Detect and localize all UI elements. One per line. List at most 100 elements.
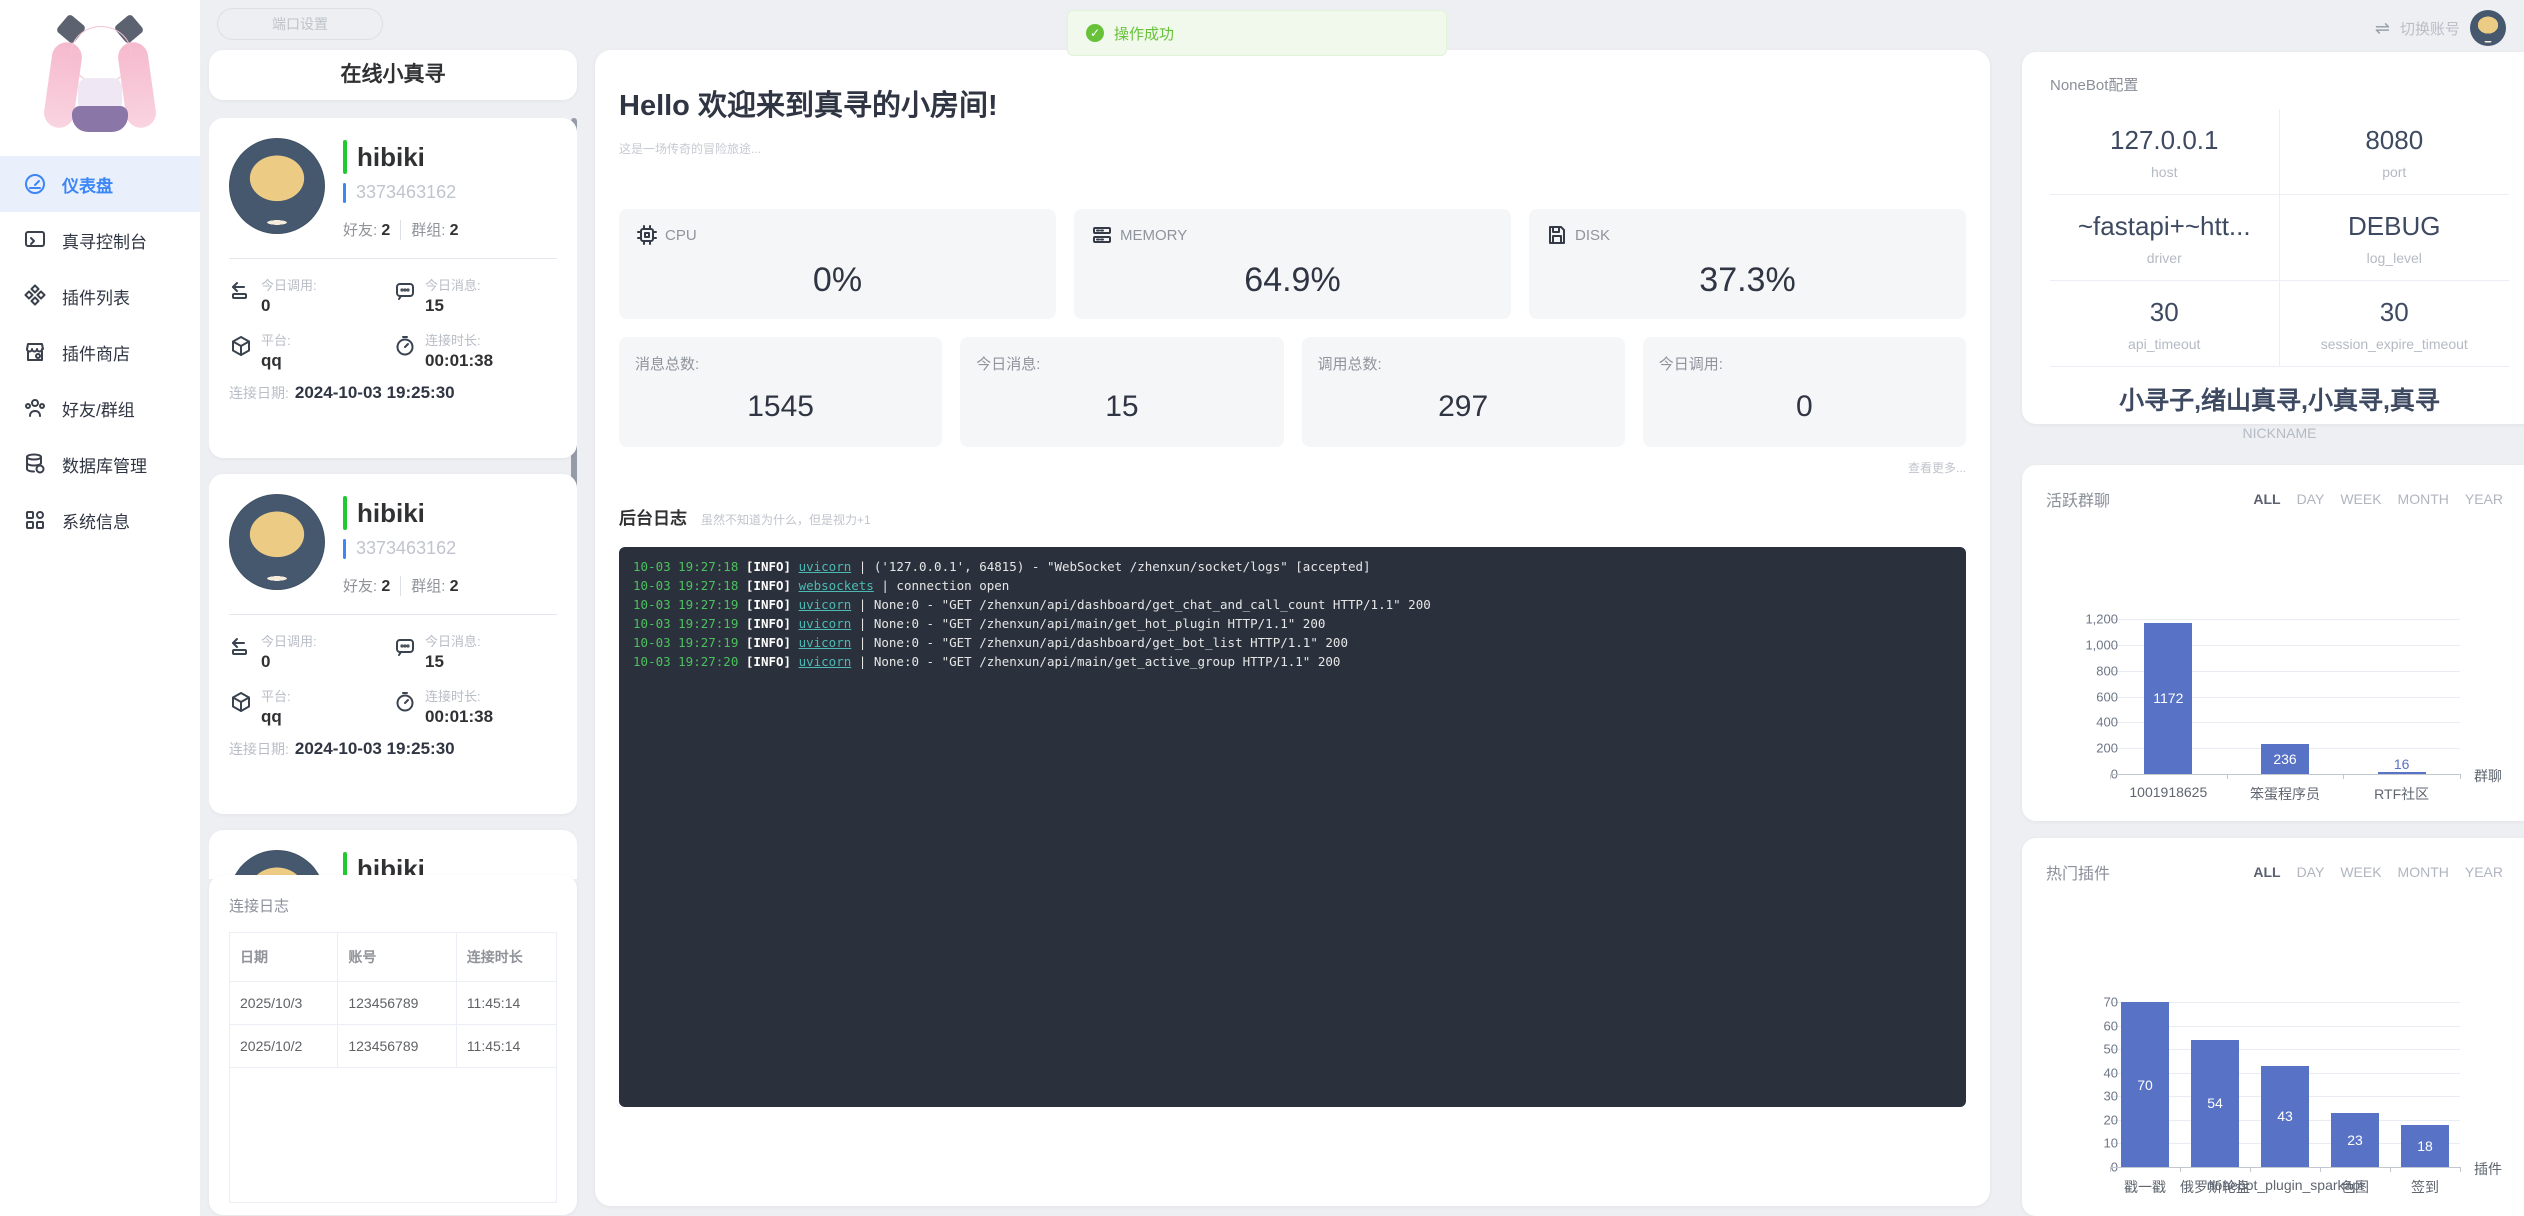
sidebar-item-3[interactable]: 插件商店	[0, 324, 200, 380]
sidebar-item-1[interactable]: 真寻控制台	[0, 212, 200, 268]
dashboard-icon	[22, 171, 48, 197]
y-tick-label: 60	[2064, 1018, 2118, 1033]
count-stat-card-2: 调用总数: 297	[1302, 337, 1625, 447]
sidebar-item-0[interactable]: 仪表盘	[0, 156, 200, 212]
connect-date: 连接日期:2024-10-03 19:25:30	[229, 739, 557, 759]
tab-week[interactable]: WEEK	[2340, 864, 2381, 880]
today-calls-stat: 今日调用:0	[229, 631, 393, 672]
bar-value-label: 43	[2277, 1108, 2293, 1124]
tab-week[interactable]: WEEK	[2340, 491, 2381, 507]
bot-id: 3373463162	[343, 538, 459, 559]
count-stat-value: 15	[976, 390, 1267, 424]
x-tick-label: 色图	[2341, 1177, 2369, 1197]
bot-card-2[interactable]: hibiki 3373463162 好友: 2 群组: 2 今日调用:0 今日消…	[209, 830, 577, 879]
bot-card-top: hibiki 3373463162 好友: 2 群组: 2	[229, 494, 557, 596]
count-stat-value: 297	[1318, 390, 1609, 424]
connect-date: 连接日期:2024-10-03 19:25:30	[229, 383, 557, 403]
y-tick-label: 400	[2064, 715, 2118, 730]
online-indicator-bar	[343, 496, 347, 530]
empty-row	[230, 1068, 557, 1203]
tab-month[interactable]: MONTH	[2398, 864, 2449, 880]
tab-day[interactable]: DAY	[2297, 491, 2325, 507]
bot-card-0[interactable]: hibiki 3373463162 好友: 2 群组: 2 今日调用:0 今日消…	[209, 118, 577, 458]
bar-value-label: 23	[2347, 1132, 2363, 1148]
today-calls-stat: 今日调用:0	[229, 275, 393, 316]
sidebar-nav: 仪表盘真寻控制台插件列表插件商店好友/群组数据库管理系统信息	[0, 156, 200, 548]
count-stats-row: 消息总数: 1545今日消息: 15调用总数: 297今日调用: 0	[619, 337, 1966, 447]
log-section-subtitle: 虽然不知道为什么，但是视力+1	[701, 511, 871, 528]
system-stat-value: 0%	[635, 261, 1040, 300]
log-line: 10-03 19:27:19 [INFO] uvicorn | None:0 -…	[633, 633, 1952, 652]
duration-icon	[393, 334, 417, 358]
system-stat-card-cpu: CPU 0%	[619, 209, 1056, 319]
chart-range-tabs: ALL DAY WEEK MONTH YEAR	[2253, 491, 2513, 507]
bot-meta: hibiki 3373463162 好友: 2 群组: 2	[343, 138, 459, 240]
platform-icon	[229, 690, 253, 714]
y-tick-label: 20	[2064, 1112, 2118, 1127]
duration-stat: 连接时长:00:01:38	[393, 330, 557, 371]
sidebar-item-6[interactable]: 系统信息	[0, 492, 200, 548]
count-stat-card-0: 消息总数: 1545	[619, 337, 942, 447]
x-tickmark	[2227, 774, 2228, 779]
plugin-list-icon	[22, 283, 48, 309]
nonebot-config-grid: 127.0.0.1host8080port~fastapi+~htt...dri…	[2050, 109, 2509, 445]
system-info-icon	[22, 507, 48, 533]
tab-year[interactable]: YEAR	[2465, 864, 2503, 880]
log-console[interactable]: 10-03 19:27:18 [INFO] uvicorn | ('127.0.…	[619, 547, 1966, 1107]
sidebar-item-5[interactable]: 数据库管理	[0, 436, 200, 492]
bar-value-label: 1172	[2153, 690, 2183, 706]
y-tick-label: 1,000	[2064, 637, 2118, 652]
sidebar-item-label: 数据库管理	[62, 452, 147, 477]
platform-icon	[229, 334, 253, 358]
bot-avatar	[229, 494, 325, 590]
log-section-title: 后台日志	[619, 504, 687, 529]
y-tick-label: 50	[2064, 1042, 2118, 1057]
config-cell-api_timeout: 30api_timeout	[2050, 281, 2280, 367]
connection-log-table: 日期账号连接时长 2025/10/312345678911:45:142025/…	[229, 932, 557, 1203]
app-logo	[34, 8, 166, 146]
switch-account-button[interactable]: 切换账号	[2400, 18, 2460, 39]
logo-head	[70, 26, 132, 84]
chart-header: 热门插件 ALLDAYWEEKMONTHYEAR	[2046, 860, 2513, 884]
id-indicator-bar	[343, 183, 346, 203]
nonebot-config-title: NoneBot配置	[2050, 74, 2509, 95]
database-icon	[22, 451, 48, 477]
port-settings-button[interactable]: 端口设置	[217, 8, 383, 40]
log-section-header: 后台日志 虽然不知道为什么，但是视力+1	[619, 504, 1966, 529]
online-column: 端口设置 在线小真寻 hibiki 3373463162 好友: 2 群组: 2…	[209, 0, 577, 1216]
system-stat-card-disk: DISK 37.3%	[1529, 209, 1966, 319]
sidebar-item-4[interactable]: 好友/群组	[0, 380, 200, 436]
y-tick-label: 70	[2064, 995, 2118, 1010]
chart-header: 活跃群聊 ALL DAY WEEK MONTH YEAR	[2046, 487, 2513, 511]
sidebar-item-2[interactable]: 插件列表	[0, 268, 200, 324]
bot-name: hibiki	[343, 496, 459, 530]
x-tickmark	[2250, 1167, 2251, 1172]
view-more-link[interactable]: 查看更多...	[619, 459, 1966, 476]
sidebar-item-label: 系统信息	[62, 508, 130, 533]
tab-all[interactable]: ALL	[2253, 491, 2280, 507]
account-controls: ⇌ 切换账号	[2375, 10, 2506, 46]
divider	[400, 576, 401, 596]
bot-id: 3373463162	[343, 182, 459, 203]
divider	[229, 258, 557, 259]
divider	[229, 614, 557, 615]
tab-all[interactable]: ALL	[2253, 864, 2280, 880]
bot-meta: hibiki 3373463162 好友: 2 群组: 2	[343, 494, 459, 596]
success-toast: ✓ 操作成功	[1067, 10, 1447, 56]
chart-title: 活跃群聊	[2046, 487, 2110, 511]
dashboard-page: 仪表盘真寻控制台插件列表插件商店好友/群组数据库管理系统信息 端口设置 在线小真…	[0, 0, 2524, 1216]
today-messages-stat: 今日消息:15	[393, 275, 557, 316]
hot-plugins-chart-card: 热门插件 ALLDAYWEEKMONTHYEAR0102030405060707…	[2022, 838, 2524, 1216]
tab-month[interactable]: MONTH	[2398, 491, 2449, 507]
tab-day[interactable]: DAY	[2297, 864, 2325, 880]
tab-year[interactable]: YEAR	[2465, 491, 2503, 507]
bot-card-top: hibiki 3373463162 好友: 2 群组: 2	[229, 138, 557, 240]
page-subtitle: 这是一场传奇的冒险旅途...	[619, 140, 1966, 157]
bot-card-1[interactable]: hibiki 3373463162 好友: 2 群组: 2 今日调用:0 今日消…	[209, 474, 577, 814]
user-avatar[interactable]	[2470, 10, 2506, 46]
cpu-icon	[635, 223, 659, 247]
x-axis-line	[2110, 1167, 2460, 1168]
log-line: 10-03 19:27:19 [INFO] uvicorn | None:0 -…	[633, 595, 1952, 614]
bot-name: hibiki	[343, 140, 459, 174]
system-stat-card-memory: MEMORY 64.9%	[1074, 209, 1511, 319]
